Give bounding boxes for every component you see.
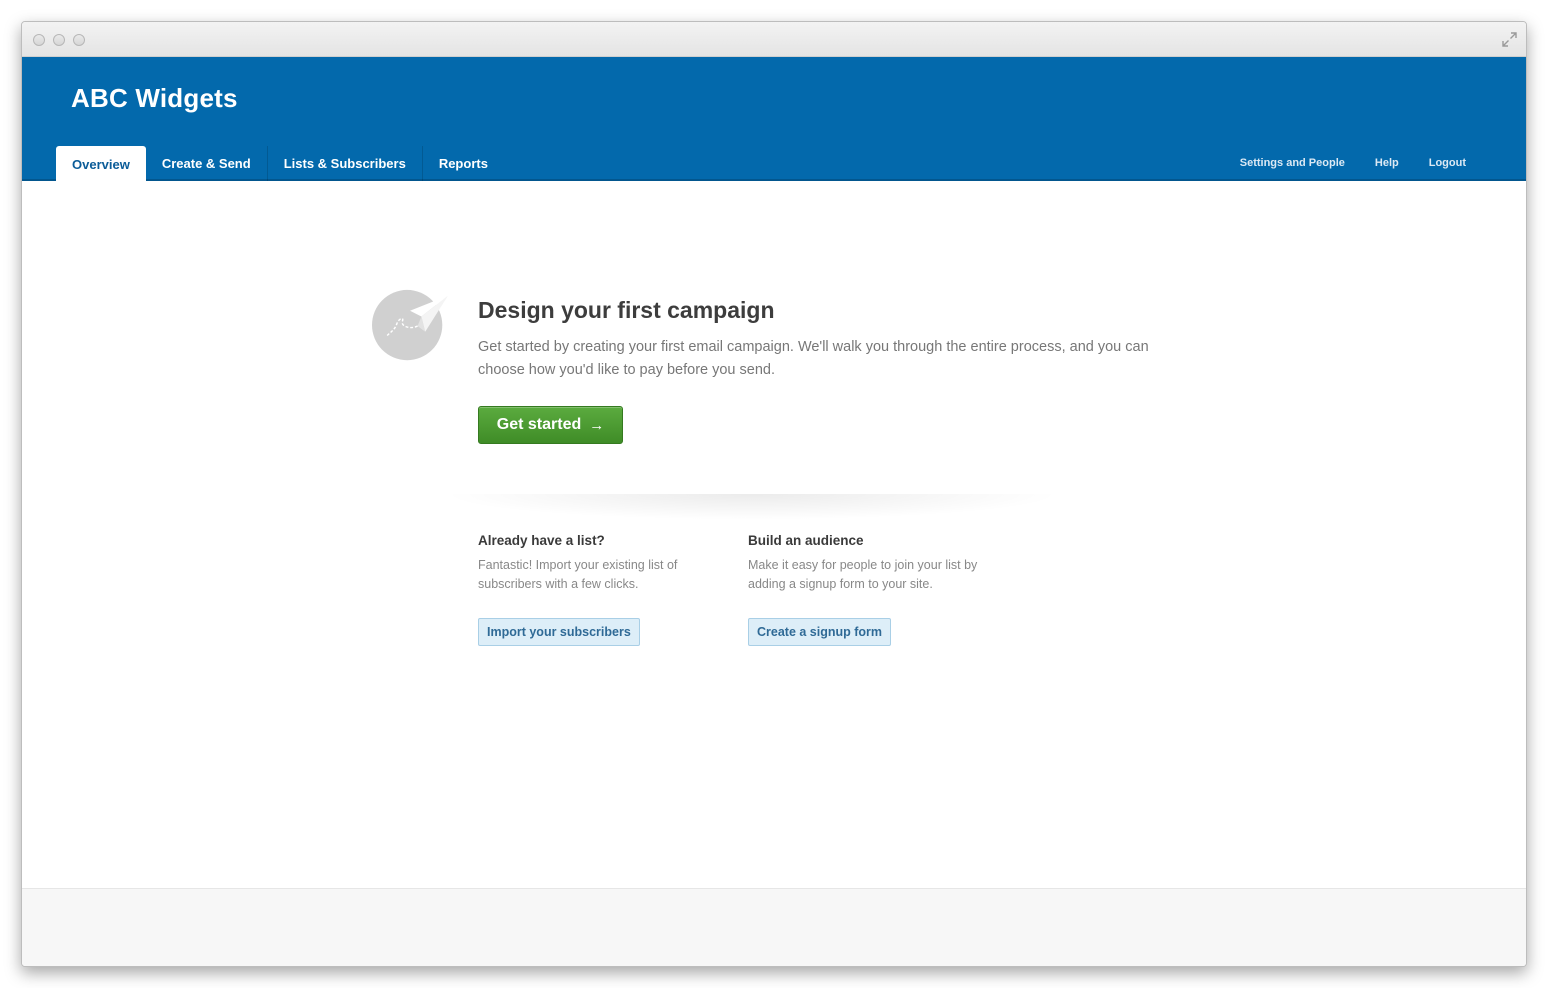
main-content: Design your first campaign Get started b… [22,181,1526,889]
arrow-right-icon: → [589,416,605,434]
settings-and-people-link[interactable]: Settings and People [1240,157,1345,169]
tab-reports[interactable]: Reports [423,146,504,181]
import-list-section: Already have a list? Fantastic! Import y… [478,533,718,594]
window-titlebar [22,22,1526,57]
zoom-window-button[interactable] [73,34,85,46]
get-started-label: Get started [496,416,582,433]
page-footer [22,888,1526,966]
hero-description: Get started by creating your first email… [478,339,1149,378]
build-audience-section: Build an audience Make it easy for peopl… [748,533,988,594]
import-section-title: Already have a list? [478,533,605,548]
app-header: ABC Widgets Overview Create & Send Lists… [22,57,1526,182]
audience-section-text: Make it easy for people to join your lis… [748,558,978,591]
main-nav-tabs: Overview Create & Send Lists & Subscribe… [56,146,504,182]
tab-overview[interactable]: Overview [56,146,146,182]
section-divider [442,494,1062,520]
import-subscribers-button[interactable]: Import your subscribers [478,618,640,646]
help-link[interactable]: Help [1375,157,1399,169]
browser-window: ABC Widgets Overview Create & Send Lists… [21,21,1527,967]
audience-section-title: Build an audience [748,533,864,548]
get-started-button[interactable]: Get started → [478,406,623,444]
paper-plane-icon [372,289,448,361]
utility-nav: Settings and People Help Logout [1210,157,1466,169]
tab-create-send[interactable]: Create & Send [146,146,268,181]
logout-link[interactable]: Logout [1429,157,1466,169]
import-section-text: Fantastic! Import your existing list of … [478,558,678,591]
minimize-window-button[interactable] [53,34,65,46]
hero-title: Design your first campaign [478,297,775,323]
close-window-button[interactable] [33,34,45,46]
tab-lists-subscribers[interactable]: Lists & Subscribers [268,146,423,181]
fullscreen-icon[interactable] [1502,32,1517,47]
brand-name[interactable]: ABC Widgets [71,83,238,114]
create-signup-form-button[interactable]: Create a signup form [748,618,892,646]
